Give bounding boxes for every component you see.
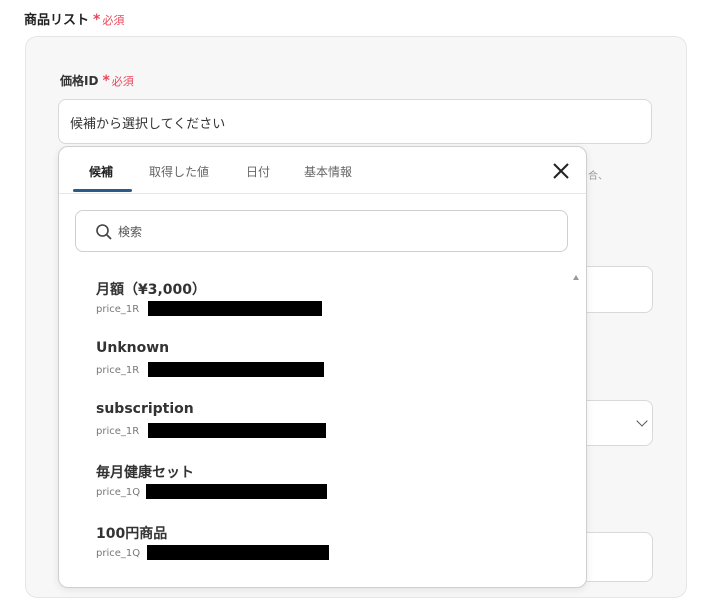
tab-candidates[interactable]: 候補 [89,163,113,180]
section-title: 商品リスト * 必須 [24,9,124,28]
required-badge: * 必須 [102,73,134,89]
background-hint-text: 合、 [588,171,608,182]
list-item[interactable]: 100円商品 price_1Q [96,523,536,579]
required-badge: * 必須 [93,12,125,28]
search-input[interactable] [116,222,540,242]
redaction-bar [148,362,324,377]
search-icon [96,224,112,240]
redaction-bar [147,545,329,560]
candidate-popup: 候補 取得した値 日付 基本情報 月額（¥3,000） price_1R Unk… [58,146,587,588]
tab-acquired-values[interactable]: 取得した値 [149,163,209,180]
list-item[interactable]: Unknown price_1R [96,340,536,396]
active-tab-indicator [73,189,132,192]
redaction-bar [146,484,327,499]
scroll-up-arrow-icon[interactable] [573,275,579,280]
item-id: price_1R [96,304,140,315]
price-id-label: 価格ID * 必須 [60,73,134,89]
popup-tabs: 候補 取得した値 日付 基本情報 [59,147,586,194]
item-id: price_1R [96,365,140,376]
redaction-bar [148,423,326,438]
item-id: price_1Q [96,487,141,498]
item-label: 100円商品 [96,526,168,542]
list-item[interactable]: 月額（¥3,000） price_1R [96,279,536,335]
list-item[interactable]: 毎月健康セット price_1Q [96,462,536,518]
tab-date[interactable]: 日付 [246,163,270,180]
item-label: Unknown [96,340,170,356]
item-label: 毎月健康セット [96,465,194,481]
list-item[interactable]: subscription price_1R [96,401,536,457]
price-id-select[interactable]: 候補から選択してください [58,99,652,144]
search-box [75,210,568,252]
item-id: price_1Q [96,548,141,559]
item-id: price_1R [96,426,140,437]
item-label: subscription [96,401,194,417]
close-icon[interactable] [551,161,571,181]
tab-basic-info[interactable]: 基本情報 [304,163,352,180]
item-label: 月額（¥3,000） [96,282,207,298]
section-title-text: 商品リスト [24,13,90,28]
scrollbar[interactable] [569,265,584,585]
redaction-bar [148,301,322,316]
